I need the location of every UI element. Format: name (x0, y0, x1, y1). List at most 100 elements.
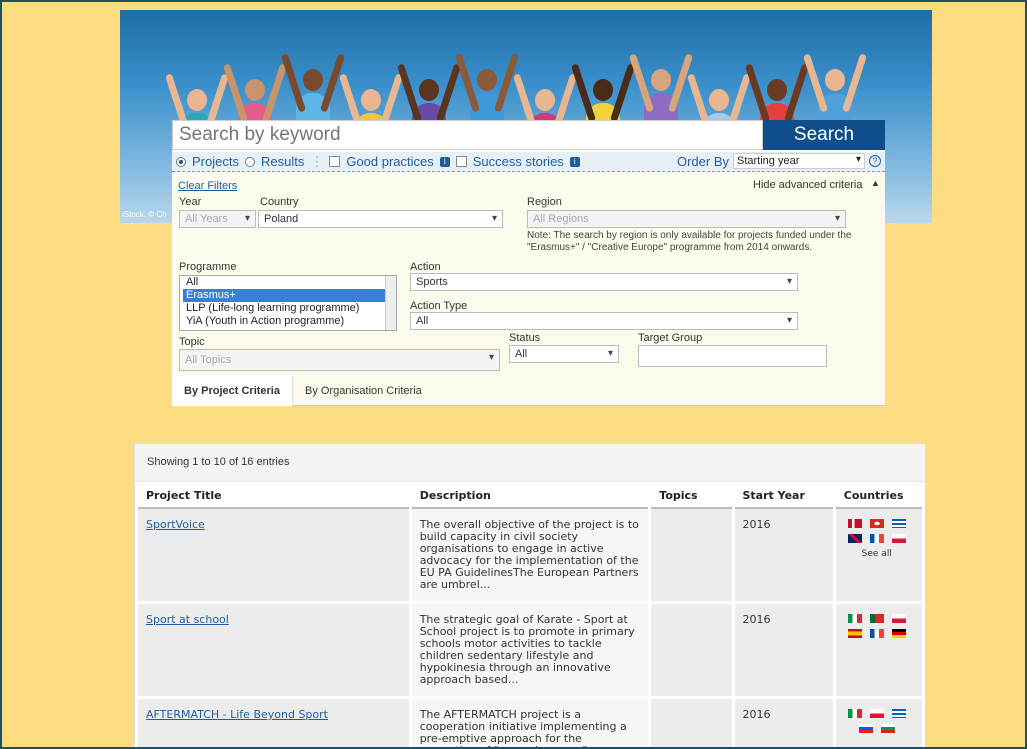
order-by: Order By Starting year ? (677, 153, 881, 169)
tab-project-criteria[interactable]: By Project Criteria (172, 376, 293, 406)
year-label: Year (179, 196, 202, 208)
column-header[interactable]: Topics (651, 482, 732, 509)
poland-flag-icon (891, 614, 906, 623)
country-select[interactable]: Poland (258, 210, 503, 228)
person-head (767, 79, 787, 101)
countries-cell: See all (835, 509, 922, 604)
programme-options: All Erasmus+ LLP (Life-long learning progr… (180, 276, 396, 327)
person-head (535, 89, 555, 111)
countries-cell (835, 604, 922, 699)
person-arm (222, 63, 249, 123)
region-label: Region (527, 196, 562, 208)
results-radio[interactable] (244, 156, 255, 167)
criteria-tabs: By Project Criteria By Organisation Crit… (172, 376, 885, 406)
person-head (245, 79, 265, 101)
person-head (593, 79, 613, 101)
person-arm (396, 63, 423, 123)
table-row: Sport at school The strategic goal of Kar… (138, 604, 922, 699)
region-select[interactable]: All Regions (527, 210, 846, 228)
person-arm (435, 63, 462, 123)
hide-advanced-link[interactable]: Hide advanced criteria (753, 179, 862, 191)
results-panel: Showing 1 to 10 of 16 entries Project Ti… (134, 443, 926, 749)
action-select[interactable]: Sports (410, 273, 798, 291)
success-stories-label[interactable]: Success stories (473, 154, 564, 169)
clear-filters-link[interactable]: Clear Filters (178, 180, 237, 192)
status-select[interactable]: All (509, 345, 619, 363)
person-arm (802, 53, 829, 113)
region-note: Note: The search by region is only avail… (527, 230, 852, 253)
entries-count: Showing 1 to 10 of 16 entries (135, 444, 925, 482)
programme-option[interactable]: All (183, 276, 393, 289)
topic-select[interactable]: All Topics (179, 349, 500, 371)
person-head (303, 69, 323, 91)
country-label: Country (260, 196, 299, 208)
programme-listbox[interactable]: All Erasmus+ LLP (Life-long learning progr… (179, 275, 397, 331)
start-year-cell: 2016 (734, 604, 833, 699)
year-select[interactable]: All Years (179, 210, 256, 228)
action-type-select[interactable]: All (410, 312, 798, 330)
target-group-input[interactable] (638, 345, 827, 367)
separator: ⋮ (310, 153, 324, 169)
person-head (477, 69, 497, 91)
info-icon[interactable]: i (569, 156, 580, 167)
column-header[interactable]: Description (411, 482, 649, 509)
countries-cell (835, 699, 922, 749)
project-title-link[interactable]: Sport at school (146, 613, 229, 626)
projects-radio-label[interactable]: Projects (192, 154, 239, 169)
italy-flag-icon (847, 709, 862, 718)
person-arm (841, 53, 868, 113)
greece-flag-icon (891, 709, 906, 718)
column-header[interactable]: Project Title (138, 482, 409, 509)
person-head (419, 79, 439, 101)
good-practices-label[interactable]: Good practices (346, 154, 433, 169)
table-row: SportVoice The overall objective of the p… (138, 509, 922, 604)
order-by-select[interactable]: Starting year (733, 153, 865, 169)
description-cell: The strategic goal of Karate - Sport at … (411, 604, 649, 699)
topics-cell (651, 509, 732, 604)
project-title-link[interactable]: SportVoice (146, 518, 205, 531)
flag-list (844, 709, 910, 733)
start-year-cell: 2016 (734, 699, 833, 749)
person-head (825, 69, 845, 91)
flag-list (844, 614, 910, 638)
poland-flag-icon (869, 709, 884, 718)
column-header[interactable]: Start Year (734, 482, 833, 509)
see-all-link[interactable]: See all (844, 548, 910, 560)
greece-flag-icon (891, 519, 906, 528)
description-cell: The AFTERMATCH project is a cooperation … (411, 699, 649, 749)
help-icon[interactable]: ? (869, 155, 881, 167)
uk-flag-icon (847, 534, 862, 543)
person-head (187, 89, 207, 111)
start-year-cell: 2016 (734, 509, 833, 604)
slovenia-flag-icon (858, 724, 873, 733)
listbox-scrollbar[interactable] (385, 276, 396, 330)
search-button[interactable]: Search (763, 120, 885, 150)
collapse-icon[interactable]: ▲ (871, 178, 880, 188)
results-table: Project Title Description Topics Start Y… (135, 482, 925, 749)
search-bar: Search (172, 120, 885, 150)
germany-flag-icon (891, 629, 906, 638)
programme-option[interactable]: LLP (Life-long learning programme) (183, 302, 393, 315)
person-arm (783, 63, 810, 123)
column-header[interactable]: Countries (835, 482, 922, 509)
denmark-flag-icon (847, 519, 862, 528)
programme-option[interactable]: Erasmus+ (183, 289, 393, 302)
status-label: Status (509, 332, 541, 344)
person-arm (261, 63, 288, 123)
good-practices-checkbox[interactable] (329, 156, 341, 167)
info-icon[interactable]: i (439, 156, 450, 167)
order-by-label: Order By (676, 153, 729, 169)
result-type-row: Projects Results ⋮ Good practices i Succ… (172, 152, 885, 172)
project-title-link[interactable]: AFTERMATCH - Life Beyond Sport (146, 708, 328, 721)
programme-option[interactable]: YiA (Youth in Action programme) (183, 315, 393, 328)
projects-radio[interactable] (176, 156, 186, 167)
person-arm (280, 53, 307, 113)
topic-label: Topic (179, 336, 205, 348)
person-arm (744, 63, 771, 123)
flag-list (844, 519, 910, 543)
tab-organisation-criteria[interactable]: By Organisation Criteria (293, 376, 434, 406)
search-input[interactable] (172, 120, 763, 150)
results-radio-label[interactable]: Results (261, 154, 304, 169)
success-stories-checkbox[interactable] (455, 156, 467, 167)
action-label: Action (410, 261, 441, 273)
